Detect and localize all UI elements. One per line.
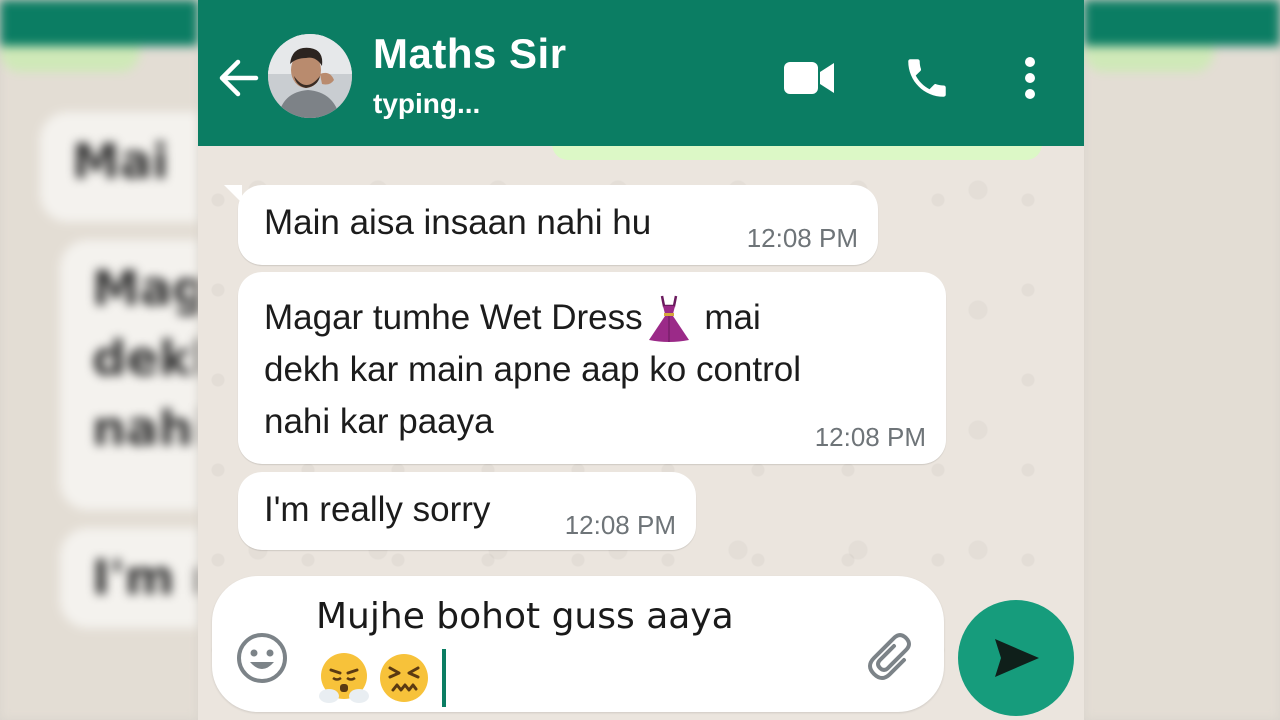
contact-name[interactable]: Maths Sir [373,30,567,78]
smiley-icon[interactable] [234,630,290,686]
message-time: 12:08 PM [814,422,926,452]
paperclip-icon[interactable] [864,630,920,686]
message-text: Main aisa insaan nahi hu [264,203,652,242]
input-emoji-row [316,648,446,708]
blurred-bubble-3: I'm r [60,528,198,628]
video-call-icon[interactable] [780,52,838,104]
message-bubble[interactable]: I'm really sorry 12:08 PM [238,472,696,550]
text-caret [442,649,446,707]
more-options-icon[interactable] [1010,50,1050,106]
blurred-outgoing-bubble [1084,46,1214,72]
message-time: 12:08 PM [746,223,858,253]
send-button[interactable] [958,600,1074,716]
message-line: Magar tumhe Wet Dress mai [264,292,801,344]
message-fragment: Magar tumhe Wet Dress [264,298,643,337]
message-bubble[interactable]: Magar tumhe Wet Dress mai dekh kar main … [238,272,946,464]
blurred-text: Mag [92,261,198,317]
message-line: nahi kar paaya [264,402,494,441]
confounded-face-icon [376,650,432,706]
chat-header: Maths Sir typing... [198,0,1084,146]
blurred-backdrop-left: Mai Mag dekh nahi I'm r [0,0,198,720]
contact-avatar[interactable] [268,34,352,118]
blurred-header-strip [1084,0,1280,46]
message-fragment: mai [704,298,761,337]
blurred-bubble-1: Mai [40,112,198,222]
chat-window: Maths Sir typing... Main aisa insaan nah… [198,0,1084,720]
phone-icon[interactable] [898,50,956,106]
message-text: Magar tumhe Wet Dress mai dekh kar main … [264,292,801,448]
blurred-backdrop-right [1084,0,1280,720]
blurred-outgoing-bubble [0,46,140,72]
back-arrow-icon[interactable] [212,52,264,104]
message-bubble[interactable]: Main aisa insaan nahi hu 12:08 PM [224,185,878,265]
dress-icon [643,292,695,344]
message-line: dekh kar main apne aap ko control [264,350,801,389]
blurred-header-strip [0,0,198,46]
message-composer[interactable]: Mujhe bohot guss aaya [212,576,944,712]
message-text: I'm really sorry [264,490,491,529]
typing-status: typing... [373,88,481,119]
message-input[interactable]: Mujhe bohot guss aaya [316,590,836,644]
blurred-text: nahi [92,401,198,457]
send-icon [995,639,1039,677]
blurred-text: dekh [92,331,198,387]
face-with-steam-icon [316,650,372,706]
message-time: 12:08 PM [564,510,676,540]
bubble-tail [224,185,242,203]
blurred-bubble-2: Mag dekh nahi [60,240,198,510]
